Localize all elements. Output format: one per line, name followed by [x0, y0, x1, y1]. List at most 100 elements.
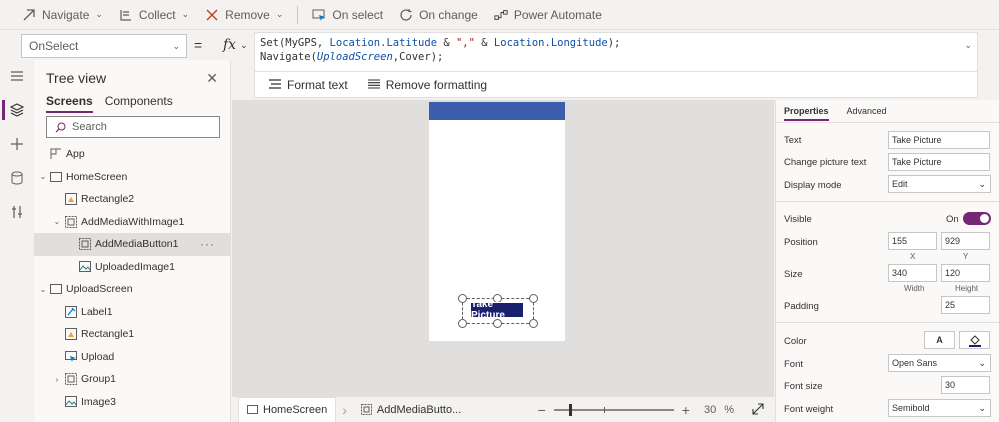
close-icon[interactable]: ✕ — [206, 70, 218, 87]
tree-item-rectangle2[interactable]: Rectangle2 — [34, 188, 231, 211]
expand-formula-icon[interactable]: ⌄ — [964, 38, 972, 52]
left-rail — [0, 60, 34, 422]
resize-handle-top-left[interactable] — [458, 294, 467, 303]
tree-item-image3[interactable]: Image3 — [34, 391, 231, 414]
chevron-down-icon: ⌄ — [275, 9, 284, 19]
design-canvas[interactable]: Take Picture — [232, 100, 774, 396]
tree-item-rectangle1[interactable]: Rectangle1 — [34, 323, 231, 346]
display-mode-dropdown[interactable]: Edit ⌄ — [888, 175, 991, 193]
visible-toggle[interactable] — [963, 212, 991, 225]
position-x-field[interactable]: 155 — [888, 232, 937, 250]
rectangle2-header[interactable] — [429, 102, 565, 120]
properties-tabs: Properties Advanced — [784, 106, 887, 121]
shape-icon — [65, 193, 77, 206]
tree-view-button[interactable] — [0, 96, 34, 124]
chevron-down-icon: ⌄ — [240, 39, 248, 50]
zoom-out-icon[interactable]: − — [538, 402, 546, 418]
group-icon — [65, 373, 77, 386]
tree-item-upload[interactable]: Upload — [34, 346, 231, 369]
font-size-field[interactable]: 30 — [941, 376, 990, 394]
fx-button[interactable]: fx ⌄ — [213, 33, 253, 57]
zoom-slider-thumb[interactable] — [568, 404, 572, 416]
tab-advanced[interactable]: Advanced — [847, 106, 887, 121]
properties-panel: Properties Advanced Text Take Picture Ch… — [775, 100, 999, 422]
fill-color-button[interactable] — [959, 331, 990, 349]
change-picture-text-field[interactable]: Take Picture — [888, 153, 990, 171]
on-select-button[interactable]: On select — [304, 0, 391, 30]
hamburger-icon — [11, 71, 23, 81]
breadcrumb-control[interactable]: AddMediaButto... — [353, 397, 469, 422]
tree-view-title: Tree view — [46, 70, 107, 86]
size-height-field[interactable]: 120 — [941, 264, 990, 282]
breadcrumb-separator-icon: › — [342, 401, 347, 418]
tab-screens[interactable]: Screens — [46, 94, 93, 113]
more-options-icon[interactable]: ··· — [200, 237, 215, 251]
size-width-field[interactable]: 340 — [888, 264, 937, 282]
formula-editor[interactable]: Set(MyGPS, Location.Latitude & "," & Loc… — [254, 32, 978, 72]
size-label: Size — [784, 269, 803, 280]
search-input[interactable]: Search — [46, 116, 220, 138]
tree-item-group1[interactable]: › Group1 — [34, 368, 231, 391]
font-dropdown[interactable]: Open Sans ⌄ — [888, 354, 991, 372]
resize-handle-bottom-left[interactable] — [458, 319, 467, 328]
tab-components[interactable]: Components — [105, 94, 173, 113]
position-y-field[interactable]: 929 — [941, 232, 990, 250]
collect-icon — [119, 8, 133, 22]
text-field[interactable]: Take Picture — [888, 131, 990, 149]
formula-format-bar: Format text Remove formatting — [254, 72, 978, 98]
advanced-tools-button[interactable] — [0, 198, 34, 226]
remove-formatting-button[interactable]: Remove formatting — [367, 78, 487, 92]
toolbar-divider — [297, 5, 299, 24]
font-weight-dropdown[interactable]: Semibold ⌄ — [888, 399, 991, 417]
data-button[interactable] — [0, 164, 34, 192]
tree-item-uploadedimage1[interactable]: UploadedImage1 — [34, 256, 231, 279]
hamburger-menu-button[interactable] — [0, 62, 34, 90]
refresh-icon — [399, 8, 413, 22]
take-picture-button[interactable]: Take Picture — [470, 299, 524, 321]
chevron-right-icon[interactable]: › — [52, 375, 62, 384]
chevron-down-icon: ⌄ — [95, 9, 103, 19]
fit-to-window-icon[interactable] — [752, 402, 764, 418]
remove-button[interactable]: Remove ⌄ — [197, 0, 291, 30]
group-icon — [360, 404, 372, 415]
padding-field[interactable]: 25 — [941, 296, 990, 314]
resize-handle-top-right[interactable] — [529, 294, 538, 303]
search-icon — [55, 122, 66, 132]
formula-line-1: Set(MyGPS, Location.Latitude & "," & Loc… — [260, 37, 621, 49]
chevron-down-icon: ⌄ — [978, 178, 986, 189]
button-icon — [65, 350, 77, 363]
property-dropdown[interactable]: OnSelect ⌄ — [21, 34, 187, 58]
navigate-button[interactable]: Navigate ⌄ — [14, 0, 111, 30]
font-weight-label: Font weight — [784, 404, 834, 415]
color-label: Color — [784, 336, 807, 347]
chevron-down-icon: ⌄ — [181, 9, 190, 19]
on-change-button[interactable]: On change — [391, 0, 486, 30]
tree-item-app[interactable]: App — [34, 143, 231, 166]
chevron-down-icon[interactable]: ⌄ — [38, 285, 48, 294]
tree-item-homescreen[interactable]: ⌄ HomeScreen — [34, 166, 231, 189]
change-picture-text-label: Change picture text — [784, 157, 867, 168]
text-color-button[interactable]: A — [924, 331, 955, 349]
tab-properties[interactable]: Properties — [784, 106, 829, 121]
tree-item-addmediawithimage1[interactable]: ⌄ AddMediaWithImage1 — [34, 211, 231, 234]
tree-item-uploadscreen[interactable]: ⌄ UploadScreen — [34, 278, 231, 301]
zoom-default-tick — [603, 407, 605, 413]
format-text-button[interactable]: Format text — [269, 78, 348, 92]
chevron-down-icon[interactable]: ⌄ — [38, 172, 48, 181]
zoom-slider[interactable] — [553, 404, 674, 416]
tree-item-addmediabutton1[interactable]: AddMediaButton1 ··· — [34, 233, 231, 256]
app-icon — [50, 148, 62, 160]
zoom-in-icon[interactable]: + — [682, 402, 690, 418]
chevron-down-icon: ⌄ — [978, 402, 986, 413]
chevron-down-icon[interactable]: ⌄ — [52, 217, 62, 226]
tree-item-label1[interactable]: Label1 — [34, 301, 231, 324]
home-screen-preview[interactable]: Take Picture — [429, 102, 565, 341]
breadcrumb-screen[interactable]: HomeScreen — [238, 396, 337, 422]
font-label: Font — [784, 359, 804, 370]
insert-button[interactable] — [0, 130, 34, 158]
screen-icon — [50, 283, 62, 295]
collect-button[interactable]: Collect ⌄ — [111, 0, 197, 30]
resize-handle-bottom-right[interactable] — [529, 319, 538, 328]
power-automate-button[interactable]: Power Automate — [486, 0, 610, 30]
shape-icon — [65, 328, 77, 341]
